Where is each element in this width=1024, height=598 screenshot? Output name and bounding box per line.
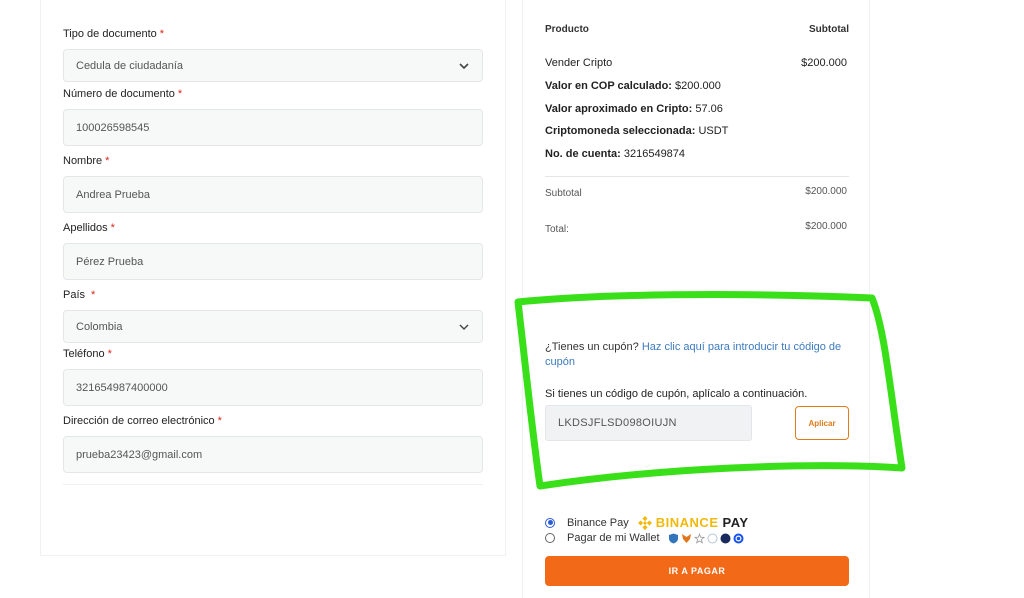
billing-form: Tipo de documento * Cedula de ciudadanía … <box>40 0 506 556</box>
coupon-question-text: ¿Tienes un cupón? <box>545 341 639 353</box>
binance-icon <box>637 515 652 530</box>
coupon-note: Si tienes un código de cupón, aplícalo a… <box>545 388 808 400</box>
crypto-value-line: Valor aproximado en Cripto: 57.06 <box>545 103 723 115</box>
cop-value-line: Valor en COP calculado: $200.000 <box>545 80 721 92</box>
wallet-icons <box>668 532 744 544</box>
coupon-code-value: LKDSJFLSD098OIUJN <box>558 417 677 429</box>
doc-type-select[interactable]: Cedula de ciudadanía <box>63 49 483 82</box>
summary-divider <box>545 176 849 177</box>
item-price: $200.000 <box>801 57 847 69</box>
wallet-label: Pagar de mi Wallet <box>567 532 660 544</box>
email-value: prueba23423@gmail.com <box>76 448 203 461</box>
col-product: Producto <box>545 24 589 35</box>
account-line: No. de cuenta: 3216549874 <box>545 148 686 160</box>
binance-label: Binance Pay <box>567 516 629 529</box>
doc-type-field: Tipo de documento * Cedula de ciudadanía <box>63 28 483 82</box>
surname-value: Pérez Prueba <box>76 255 144 268</box>
subtotal-label: Subtotal <box>545 188 582 199</box>
doc-number-label: Número de documento * <box>63 88 183 100</box>
link-wallet-icon <box>707 533 718 543</box>
coupon-question: ¿Tienes un cupón? Haz clic aquí para int… <box>545 340 845 370</box>
chevron-down-icon <box>459 62 469 69</box>
name-value: Andrea Prueba <box>76 188 150 201</box>
doc-number-field: Número de documento * 100026598545 <box>63 88 483 146</box>
doc-type-value: Cedula de ciudadanía <box>76 59 184 72</box>
apply-coupon-button[interactable]: Aplicar <box>795 406 849 440</box>
coin-line: Criptomoneda seleccionada: USDT <box>545 125 729 137</box>
star-wallet-icon <box>693 532 705 544</box>
payment-option-wallet[interactable]: Pagar de mi Wallet <box>545 532 744 544</box>
payment-option-binance[interactable]: Binance Pay BINANCE PAY <box>545 515 749 530</box>
country-label: País * <box>63 289 96 301</box>
go-to-pay-button[interactable]: IR A PAGAR <box>545 556 849 586</box>
doc-type-label: Tipo de documento * <box>63 28 165 40</box>
col-subtotal: Subtotal <box>809 24 849 35</box>
country-select[interactable]: Colombia <box>63 310 483 343</box>
coinbase-wallet-icon <box>733 533 744 543</box>
chevron-down-icon <box>459 324 469 330</box>
surname-input[interactable]: Pérez Prueba <box>63 243 483 280</box>
phone-label: Teléfono * <box>63 348 112 360</box>
email-label: Dirección de correo electrónico * <box>63 415 222 427</box>
item-name: Vender Cripto <box>545 57 613 69</box>
binance-pay-logo: BINANCE PAY <box>637 515 749 530</box>
binance-radio[interactable] <box>545 517 555 528</box>
email-field: Dirección de correo electrónico * prueba2… <box>63 415 483 473</box>
doc-number-input[interactable]: 100026598545 <box>63 109 483 146</box>
phone-value: 321654987400000 <box>76 381 168 394</box>
summary-header: Producto Subtotal <box>545 24 849 35</box>
order-summary: Producto Subtotal Vender Cripto $200.000… <box>522 0 870 598</box>
phone-input[interactable]: 321654987400000 <box>63 369 483 406</box>
name-input[interactable]: Andrea Prueba <box>63 176 483 213</box>
wallet-radio[interactable] <box>545 533 555 543</box>
coupon-code-input[interactable]: LKDSJFLSD098OIUJN <box>545 405 752 441</box>
surname-field: Apellidos * Pérez Prueba <box>63 222 483 280</box>
email-input[interactable]: prueba23423@gmail.com <box>63 436 483 473</box>
doc-number-value: 100026598545 <box>76 121 150 134</box>
total-label: Total: <box>545 224 569 235</box>
phone-field: Teléfono * 321654987400000 <box>63 348 483 406</box>
surname-label: Apellidos * <box>63 222 115 234</box>
name-label: Nombre * <box>63 155 110 167</box>
form-footer <box>63 484 483 540</box>
total-value: $200.000 <box>805 221 847 232</box>
dark-wallet-icon <box>720 533 731 543</box>
country-value: Colombia <box>76 320 123 333</box>
shield-wallet-icon <box>668 533 678 543</box>
subtotal-value: $200.000 <box>805 186 847 197</box>
name-field: Nombre * Andrea Prueba <box>63 155 483 213</box>
country-field: País * Colombia <box>63 289 483 343</box>
fox-wallet-icon <box>681 533 691 543</box>
